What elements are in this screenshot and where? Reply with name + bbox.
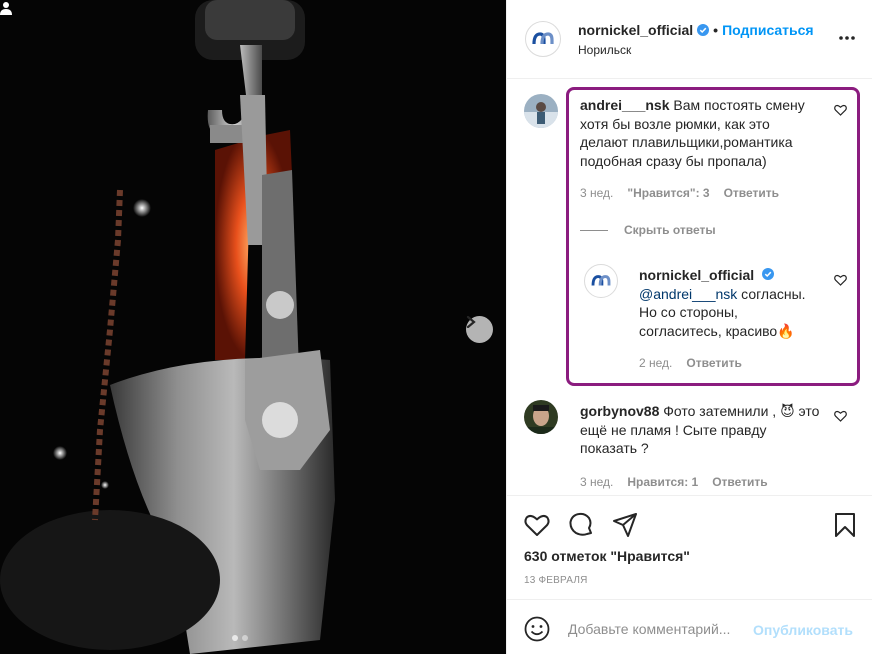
like-comment-icon[interactable] [834,104,847,116]
tagged-user-icon[interactable] [0,0,16,16]
separator-bullet: • [713,22,719,38]
author-line: nornickel_official • Подписаться [578,22,814,38]
location-link[interactable]: Норильск [578,43,631,57]
chevron-right-icon [466,316,476,328]
post-sidebar: nornickel_official • Подписаться Норильс… [506,0,872,654]
reply-meta: 2 нед. Ответить [639,356,742,370]
reply-button[interactable]: Ответить [686,356,741,370]
comment-meta: 3 нед. Нравится: 1 Ответить [580,475,768,489]
foundry-ladle-image [0,0,506,654]
author-avatar[interactable] [525,21,561,57]
comment-time[interactable]: 3 нед. [580,186,613,200]
comment-likes[interactable]: Нравится: 1 [627,475,698,489]
post-header: nornickel_official • Подписаться Норильс… [507,0,872,79]
hide-replies-button[interactable]: Скрыть ответы [580,223,716,237]
like-reply-icon[interactable] [834,274,847,286]
more-options-icon[interactable] [838,35,856,41]
commenter-avatar[interactable] [524,400,558,434]
reply-author-avatar[interactable] [584,264,618,298]
commenter-avatar[interactable] [524,94,558,128]
comment-body: andrei___nsk Вам постоять смену хотя бы … [580,96,820,170]
comment-input[interactable] [568,618,748,640]
likes-count[interactable]: 630 отметок "Нравится" [524,548,690,564]
hide-replies-label: Скрыть ответы [624,223,716,237]
divider-line [580,229,608,231]
pagination-dot-active [232,635,238,641]
reply-time[interactable]: 2 нед. [639,356,672,370]
reply-body: nornickel_official @andrei___nsk согласн… [639,266,819,340]
post-date[interactable]: 13 ФЕВРАЛЯ [524,575,588,586]
follow-button[interactable]: Подписаться [722,22,814,38]
comment-time[interactable]: 3 нед. [580,475,613,489]
nornickel-logo-icon [532,32,554,45]
like-comment-icon[interactable] [834,410,847,422]
bookmark-save-icon[interactable] [834,512,856,538]
post-photo[interactable] [0,0,506,654]
nornickel-logo-icon [591,275,611,286]
comment-bubble-icon[interactable] [568,512,594,538]
avatar-photo [524,400,558,434]
next-photo-button[interactable] [466,316,493,343]
author-username[interactable]: nornickel_official [578,22,693,38]
verified-badge-icon [697,24,710,36]
avatar-photo [524,94,558,128]
comment-likes[interactable]: "Нравится": 3 [627,186,709,200]
publish-button[interactable]: Опубликовать [753,622,853,638]
comment-body: gorbynov88 Фото затемнили , 😈 это ещё не… [580,402,820,458]
reply-item: nornickel_official @andrei___nsk согласн… [507,250,872,380]
share-send-icon[interactable] [612,512,638,538]
pagination-dot [242,635,248,641]
comment-username[interactable]: gorbynov88 [580,403,659,419]
comment-meta: 3 нед. "Нравится": 3 Ответить [580,186,779,200]
comment-username[interactable]: andrei___nsk [580,97,670,113]
like-heart-icon[interactable] [524,512,550,538]
emoji-picker-icon[interactable] [524,616,550,642]
reply-mention[interactable]: @andrei___nsk [639,286,737,302]
reply-button[interactable]: Ответить [724,186,779,200]
comments-list[interactable]: andrei___nsk Вам постоять смену хотя бы … [507,80,872,495]
comment-item: gorbynov88 Фото затемнили , 😈 это ещё не… [507,390,872,495]
photo-pagination [232,635,248,641]
post-actions: 630 отметок "Нравится" 13 ФЕВРАЛЯ [507,495,872,599]
add-comment-bar: Опубликовать [507,599,872,654]
reply-username[interactable]: nornickel_official [639,267,754,283]
verified-badge-icon [762,268,775,280]
reply-button[interactable]: Ответить [712,475,767,489]
comment-item: andrei___nsk Вам постоять смену хотя бы … [507,80,872,400]
